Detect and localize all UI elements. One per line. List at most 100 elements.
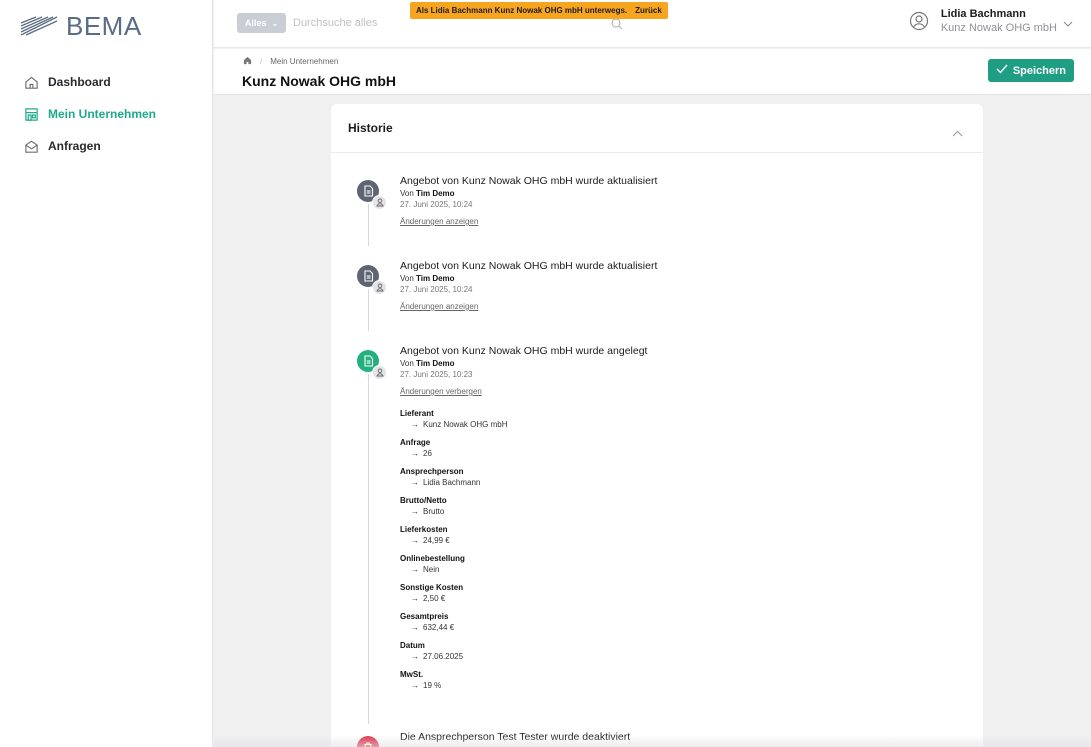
change-field: Ansprechperson bbox=[400, 467, 464, 476]
change-value-text: 27.06.2025 bbox=[423, 652, 464, 661]
change-value: → Nein bbox=[400, 564, 800, 582]
breadcrumb: / Mein Unternehmen bbox=[243, 56, 338, 67]
page-header: / Mein Unternehmen Kunz Nowak OHG mbH Sp… bbox=[214, 49, 1091, 95]
change-item: Lieferkosten → 24,99 € bbox=[400, 524, 800, 553]
user-menu[interactable]: Lidia Bachmann Kunz Nowak OHG mbH bbox=[909, 8, 1073, 34]
hide-changes-link[interactable]: Änderungen verbergen bbox=[400, 387, 482, 396]
change-field: Anfrage bbox=[400, 438, 431, 447]
save-button[interactable]: Speichern bbox=[987, 59, 1074, 82]
change-item: Ansprechperson → Lidia Bachmann bbox=[400, 466, 800, 495]
arrow-right-icon: → bbox=[411, 623, 419, 632]
home-icon[interactable] bbox=[243, 56, 252, 67]
change-item: Lieferant → Kunz Nowak OHG mbH bbox=[400, 408, 800, 437]
change-value-text: 19 % bbox=[423, 681, 442, 690]
change-item: Brutto/Netto → Brutto bbox=[400, 495, 800, 524]
change-value-text: 632,44 € bbox=[423, 623, 455, 632]
timeline-line bbox=[368, 204, 369, 246]
change-value-text: Nein bbox=[423, 565, 440, 574]
logo-text: BEMA bbox=[66, 10, 142, 41]
change-value: → 2,50 € bbox=[400, 593, 800, 611]
arrow-right-icon: → bbox=[411, 652, 419, 661]
author-prefix: Von bbox=[400, 274, 414, 283]
timeline-line bbox=[368, 374, 369, 724]
sidebar-item-mein-unternehmen[interactable]: Mein Unternehmen bbox=[0, 98, 213, 130]
search-icon[interactable] bbox=[611, 17, 623, 35]
save-button-label: Speichern bbox=[1012, 64, 1066, 77]
arrow-right-icon: → bbox=[411, 594, 419, 603]
sidebar-nav: Dashboard Mein Unternehmen Anfragen bbox=[0, 66, 213, 162]
arrow-right-icon: → bbox=[411, 536, 419, 545]
change-value-text: Lidia Bachmann bbox=[423, 478, 481, 487]
history-entry-title: Angebot von Kunz Nowak OHG mbH wurde ang… bbox=[400, 345, 648, 357]
change-value-text: 24,99 € bbox=[423, 536, 450, 545]
change-item: Onlinebestellung → Nein bbox=[400, 553, 800, 582]
change-value: → 632,44 € bbox=[400, 622, 800, 640]
history-entry-title: Angebot von Kunz Nowak OHG mbH wurde akt… bbox=[400, 175, 658, 187]
change-field: Gesamtpreis bbox=[400, 612, 449, 621]
sidebar-item-label: Dashboard bbox=[48, 75, 111, 89]
search-scope-dropdown[interactable]: Alles ⌄ bbox=[237, 13, 287, 33]
change-item: MwSt. → 19 % bbox=[400, 669, 800, 698]
user-company: Kunz Nowak OHG mbH bbox=[940, 22, 1057, 34]
change-value: → Kunz Nowak OHG mbH bbox=[400, 419, 800, 437]
change-field: Lieferkosten bbox=[400, 525, 448, 534]
impersonation-banner: Als Lidia Bachmann Kunz Nowak OHG mbH un… bbox=[410, 2, 668, 19]
user-badge-icon bbox=[372, 365, 387, 380]
change-value: → 24,99 € bbox=[400, 535, 800, 553]
change-field: Brutto/Netto bbox=[400, 496, 447, 505]
sidebar: BEMA Dashboard Mein Unternehmen Anfragen bbox=[0, 0, 213, 747]
history-card: Historie Angebot von Kunz Nowak OHG mbH … bbox=[331, 104, 983, 747]
change-field: MwSt. bbox=[400, 670, 424, 679]
sidebar-item-dashboard[interactable]: Dashboard bbox=[0, 66, 213, 98]
show-changes-link[interactable]: Änderungen anzeigen bbox=[400, 217, 478, 226]
author-name: Tim Demo bbox=[416, 359, 455, 368]
impersonation-back-link[interactable]: Zurück bbox=[635, 6, 662, 15]
check-icon bbox=[996, 64, 1008, 77]
sidebar-item-anfragen[interactable]: Anfragen bbox=[0, 130, 213, 162]
change-item: Datum → 27.06.2025 bbox=[400, 640, 800, 669]
store-icon bbox=[22, 105, 40, 123]
change-field: Datum bbox=[400, 641, 425, 650]
arrow-right-icon: → bbox=[411, 478, 419, 487]
mail-icon bbox=[22, 137, 40, 155]
chevron-down-icon bbox=[1063, 14, 1073, 32]
change-value-text: Kunz Nowak OHG mbH bbox=[423, 420, 508, 429]
change-list: Lieferant → Kunz Nowak OHG mbH Anfrage → 26 … bbox=[400, 408, 800, 698]
page-title: Kunz Nowak OHG mbH bbox=[242, 73, 397, 89]
chevron-up-icon[interactable] bbox=[952, 124, 963, 142]
sidebar-item-label: Mein Unternehmen bbox=[48, 107, 157, 121]
history-entry-author: Von Tim Demo bbox=[400, 189, 455, 198]
history-title: Historie bbox=[348, 121, 393, 135]
author-prefix: Von bbox=[400, 359, 414, 368]
bema-logo[interactable]: BEMA bbox=[20, 10, 142, 41]
show-changes-link[interactable]: Änderungen anzeigen bbox=[400, 302, 478, 311]
bema-logo-icon bbox=[20, 16, 58, 36]
breadcrumb-current[interactable]: Mein Unternehmen bbox=[270, 57, 338, 66]
topbar: Alles ⌄ Als Lidia Bachmann Kunz Nowak OH… bbox=[214, 0, 1091, 48]
change-field: Onlinebestellung bbox=[400, 554, 465, 563]
change-value: → 19 % bbox=[400, 680, 800, 698]
chevron-down-icon: ⌄ bbox=[271, 18, 279, 28]
breadcrumb-separator: / bbox=[260, 57, 263, 66]
change-value-text: 2,50 € bbox=[423, 594, 446, 603]
change-item: Sonstige Kosten → 2,50 € bbox=[400, 582, 800, 611]
author-name: Tim Demo bbox=[416, 274, 455, 283]
arrow-right-icon: → bbox=[411, 449, 419, 458]
timeline-line bbox=[368, 289, 369, 331]
change-item: Gesamtpreis → 632,44 € bbox=[400, 611, 800, 640]
sidebar-item-label: Anfragen bbox=[48, 139, 101, 153]
history-entry-title: Die Ansprechperson Test Tester wurde dea… bbox=[400, 731, 631, 743]
change-value-text: Brutto bbox=[423, 507, 445, 516]
author-name: Tim Demo bbox=[416, 189, 455, 198]
change-field: Sonstige Kosten bbox=[400, 583, 464, 592]
history-entry-date: 27. Juni 2025, 10:23 bbox=[400, 370, 473, 379]
history-entry-author: Von Tim Demo bbox=[400, 359, 455, 368]
change-value: → 26 bbox=[400, 448, 800, 466]
history-card-header[interactable]: Historie bbox=[331, 104, 983, 153]
history-entry-title: Angebot von Kunz Nowak OHG mbH wurde akt… bbox=[400, 260, 658, 272]
trash-icon bbox=[357, 736, 379, 747]
change-value: → 27.06.2025 bbox=[400, 651, 800, 669]
change-value: → Lidia Bachmann bbox=[400, 477, 800, 495]
change-value: → Brutto bbox=[400, 506, 800, 524]
impersonation-text: Als Lidia Bachmann Kunz Nowak OHG mbH un… bbox=[416, 6, 628, 15]
